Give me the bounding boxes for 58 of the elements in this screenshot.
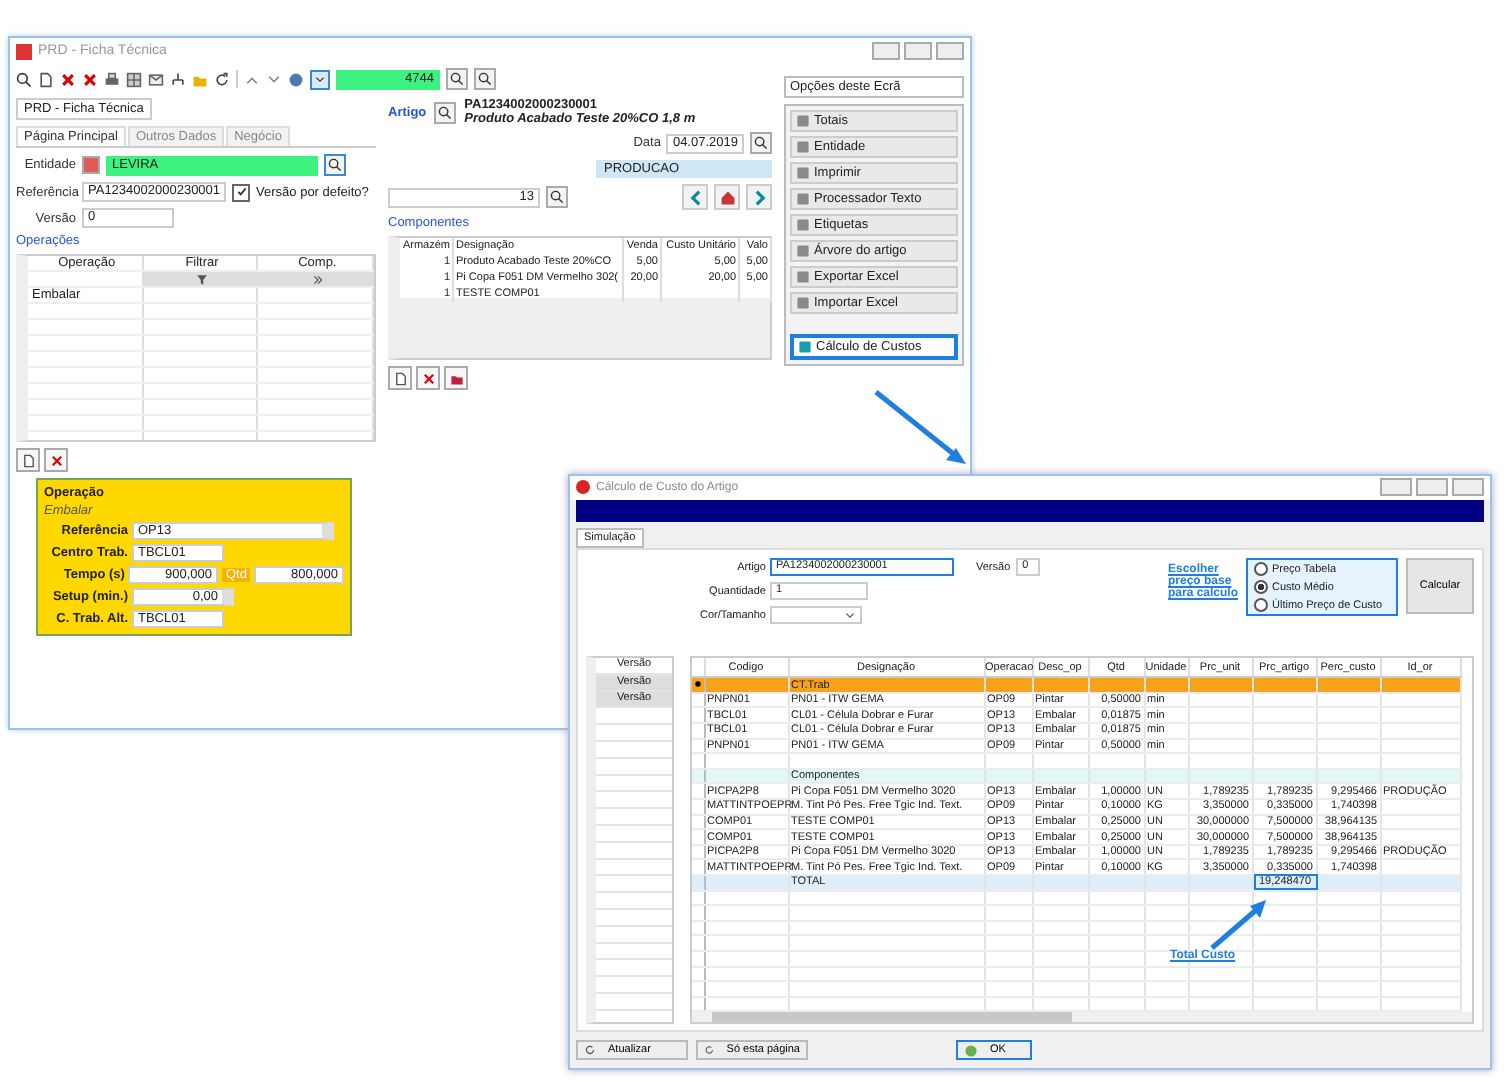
search-button[interactable] [446, 68, 468, 90]
delete-icon [49, 453, 63, 467]
delete-button[interactable] [44, 448, 68, 472]
search-icon [438, 105, 453, 119]
entity-icon [82, 156, 100, 174]
grid-icon[interactable] [126, 71, 142, 87]
row-pointer-icon [693, 679, 702, 688]
search-icon [550, 190, 564, 204]
app-logo-icon [576, 480, 590, 495]
checkmark-icon [235, 186, 248, 198]
color-size-dropdown[interactable] [770, 606, 862, 625]
envelope-icon[interactable] [148, 71, 164, 87]
previous-button[interactable] [682, 184, 708, 210]
delete-icon [421, 371, 435, 385]
search-icon [754, 136, 768, 150]
search-button[interactable] [750, 132, 772, 154]
refresh-icon[interactable] [214, 71, 230, 87]
checkbox[interactable] [232, 183, 251, 201]
search-button[interactable] [324, 154, 346, 176]
document-icon[interactable] [38, 71, 54, 87]
caret-icon [314, 73, 326, 85]
search-button[interactable] [474, 68, 496, 90]
document-icon [21, 453, 35, 467]
delete-button[interactable] [416, 366, 440, 390]
search-button[interactable] [434, 101, 457, 123]
home-icon [719, 189, 735, 205]
filter-cell[interactable] [258, 272, 374, 286]
refresh-icon [704, 1044, 715, 1057]
caret-icon [844, 609, 856, 622]
delete-icon[interactable] [82, 71, 98, 87]
chevron-left-icon [687, 189, 703, 205]
refresh-icon [584, 1044, 596, 1057]
search-icon [478, 72, 492, 86]
callout-arrow [874, 390, 966, 464]
home-button[interactable] [714, 184, 740, 210]
search-icon [328, 158, 342, 172]
down-caret-icon[interactable] [266, 71, 282, 87]
search-icon[interactable] [16, 71, 32, 87]
check-circle-icon [964, 1043, 978, 1058]
search-button[interactable] [546, 186, 568, 208]
next-button[interactable] [746, 184, 772, 210]
search-icon [450, 72, 464, 86]
horizontal-scrollbar[interactable] [692, 1012, 1472, 1023]
new-document-button[interactable] [388, 366, 412, 390]
delete-icon[interactable] [60, 71, 76, 87]
folder-icon [449, 371, 463, 385]
filter-cell[interactable] [143, 272, 259, 286]
dropdown-button[interactable] [310, 69, 330, 89]
new-document-button[interactable] [16, 448, 40, 472]
printer-icon[interactable] [104, 71, 120, 87]
double-chevron-icon [311, 273, 324, 285]
folder-button[interactable] [444, 366, 468, 390]
filter-icon [196, 273, 208, 285]
document-icon [393, 371, 407, 385]
chevron-right-icon [751, 189, 767, 205]
app-logo-icon [16, 43, 32, 59]
callout-arrow [1210, 900, 1266, 950]
menu-item-icon [798, 340, 812, 354]
